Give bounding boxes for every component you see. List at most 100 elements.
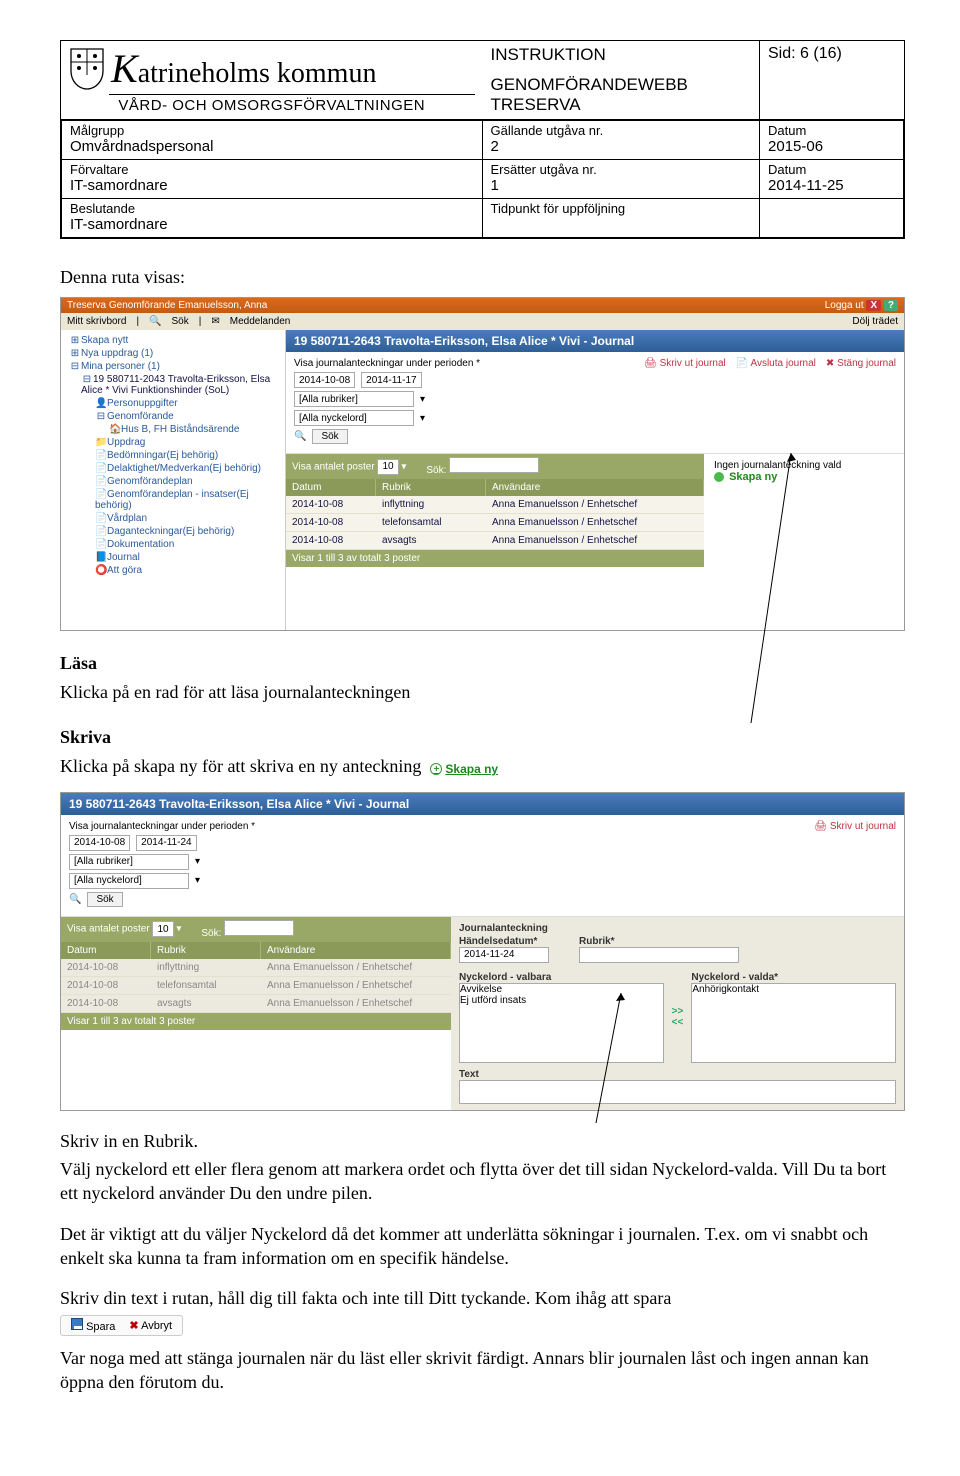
tree-item[interactable]: ⊟Genomförande bbox=[67, 410, 279, 423]
rubrik-input[interactable] bbox=[579, 947, 739, 963]
date-from-input[interactable]: 2014-10-08 bbox=[294, 372, 355, 388]
rubriker-select[interactable]: [Alla rubriker] bbox=[69, 854, 189, 870]
malgrupp-value: Omvårdnadspersonal bbox=[70, 138, 474, 155]
filter-bar: Visa journalanteckningar under perioden … bbox=[286, 352, 904, 454]
menubar-item[interactable]: Meddelanden bbox=[230, 316, 291, 327]
date-from-input[interactable]: 2014-10-08 bbox=[69, 835, 130, 851]
journal-entry-label: Journalanteckning bbox=[459, 923, 548, 934]
chevron-down-icon: ▾ bbox=[420, 394, 425, 405]
beslutande-value: IT-samordnare bbox=[70, 216, 474, 233]
nyckelord-select[interactable]: [Alla nyckelord] bbox=[294, 410, 414, 426]
journal-table-header: Datum Rubrik Användare bbox=[61, 942, 451, 959]
pager-bar: Visa antalet poster 10 ▾ Sök: bbox=[61, 917, 451, 942]
print-journal-link[interactable]: 🖨 Skriv ut journal bbox=[644, 358, 726, 369]
tree-item[interactable]: 📄Genomförandeplan - insatser(Ej behörig) bbox=[67, 488, 279, 512]
important-text: Det är viktigt att du väljer Nyckelord d… bbox=[60, 1222, 905, 1271]
doc-type: INSTRUKTION bbox=[491, 45, 752, 65]
move-right-button[interactable]: >> bbox=[672, 1006, 684, 1017]
th-date[interactable]: Datum bbox=[286, 479, 376, 496]
help-icon[interactable]: ? bbox=[884, 300, 898, 311]
table-row[interactable]: 2014-10-08avsagtsAnna Emanuelsson / Enhe… bbox=[61, 995, 451, 1013]
date-to-input[interactable]: 2014-11-24 bbox=[136, 835, 196, 851]
topbar-breadcrumb: Treserva Genomförande Emanuelsson, Anna bbox=[67, 300, 267, 311]
filter-label: Visa journalanteckningar under perioden … bbox=[294, 358, 480, 369]
keywords-selected-list[interactable]: Anhörigkontakt bbox=[691, 983, 896, 1063]
nyckelord-select[interactable]: [Alla nyckelord] bbox=[69, 873, 189, 889]
create-new-link[interactable]: Skapa ny bbox=[714, 471, 894, 483]
table-row[interactable]: 2014-10-08avsagtsAnna Emanuelsson / Enhe… bbox=[286, 532, 704, 550]
tree-item[interactable]: ⊞Skapa nytt bbox=[67, 334, 279, 347]
rubriker-select[interactable]: [Alla rubriker] bbox=[294, 391, 414, 407]
save-button[interactable]: Spara bbox=[71, 1318, 115, 1333]
search-button[interactable]: Sök bbox=[312, 429, 347, 444]
tree-item[interactable]: 📄Daganteckningar(Ej behörig) bbox=[67, 525, 279, 538]
search-button[interactable]: Sök bbox=[87, 892, 122, 907]
print-journal-link[interactable]: 🖨 Skriv ut journal bbox=[814, 821, 896, 832]
forvaltare-label: Förvaltare bbox=[70, 162, 474, 177]
table-row[interactable]: 2014-10-08inflyttningAnna Emanuelsson / … bbox=[286, 496, 704, 514]
tree-item[interactable]: 🏠Hus B, FH Biståndsärende bbox=[67, 423, 279, 436]
beslutande-label: Beslutande bbox=[70, 201, 474, 216]
event-date-input[interactable]: 2014-11-24 bbox=[459, 947, 549, 963]
doc-system-1: GENOMFÖRANDEWEBB bbox=[491, 75, 752, 95]
journal-title-bar: 19 580711-2643 Travolta-Eriksson, Elsa A… bbox=[61, 793, 904, 815]
end-journal-link[interactable]: 📄 Avsluta journal bbox=[736, 358, 816, 369]
text-input[interactable] bbox=[459, 1080, 896, 1104]
document-header: Katrineholms kommun VÅRD- OCH OMSORGSFÖR… bbox=[60, 40, 905, 239]
tree-item-journal[interactable]: 📘Journal bbox=[67, 551, 279, 564]
table-row[interactable]: 2014-10-08telefonsamtalAnna Emanuelsson … bbox=[286, 514, 704, 532]
tree-item[interactable]: 📄Dokumentation bbox=[67, 538, 279, 551]
tree-item[interactable]: ⊟Mina personer (1) bbox=[67, 360, 279, 373]
tree-item[interactable]: ⊞Nya uppdrag (1) bbox=[67, 347, 279, 360]
journal-detail-pane: Ingen journalanteckning vald Skapa ny bbox=[704, 454, 904, 567]
th-user[interactable]: Användare bbox=[486, 479, 704, 496]
menubar-item[interactable]: Sök bbox=[172, 316, 189, 327]
date-to-input[interactable]: 2014-11-17 bbox=[361, 372, 421, 388]
move-left-button[interactable]: << bbox=[672, 1017, 684, 1028]
tree-item[interactable]: 📁Uppdrag bbox=[67, 436, 279, 449]
list-item[interactable]: Anhörigkontakt bbox=[692, 984, 895, 995]
page-number: Sid: 6 (16) bbox=[759, 41, 904, 119]
filter-bar: Visa journalanteckningar under perioden … bbox=[61, 815, 904, 917]
building-icon: 🏠 bbox=[109, 424, 121, 435]
pager-label: Visa antalet poster bbox=[292, 461, 375, 472]
logout-link[interactable]: Logga ut bbox=[825, 300, 864, 311]
keywords-available-list[interactable]: Avvikelse Ej utförd insats bbox=[459, 983, 664, 1063]
tree-item[interactable]: 📄Bedömningar(Ej behörig) bbox=[67, 449, 279, 462]
cancel-icon: ✖ bbox=[129, 1320, 138, 1332]
search-icon[interactable]: 🔍 bbox=[149, 316, 161, 327]
page-size-select[interactable]: 10 bbox=[152, 921, 173, 937]
keywords-selected-label: Nyckelord - valda* bbox=[691, 972, 896, 983]
tree-item[interactable]: ⭕Att göra bbox=[67, 564, 279, 577]
tree-item[interactable]: 📄Vårdplan bbox=[67, 512, 279, 525]
close-journal-link[interactable]: ✖ Stäng journal bbox=[826, 358, 896, 369]
table-row[interactable]: 2014-10-08inflyttningAnna Emanuelsson / … bbox=[61, 959, 451, 977]
intro-text: Denna ruta visas: bbox=[60, 265, 905, 289]
gallande-label: Gällande utgåva nr. bbox=[491, 123, 752, 138]
page-size-select[interactable]: 10 bbox=[377, 459, 398, 475]
hide-tree-link[interactable]: Dölj trädet bbox=[852, 316, 898, 327]
org-name: Katrineholms kommun bbox=[111, 45, 376, 92]
pager-footer: Visar 1 till 3 av totalt 3 poster bbox=[286, 550, 704, 567]
tree-item[interactable]: 👤Personuppgifter bbox=[67, 397, 279, 410]
table-search-input[interactable] bbox=[224, 920, 294, 936]
tree-item[interactable]: 📄Genomförandeplan bbox=[67, 475, 279, 488]
th-rubrik[interactable]: Rubrik bbox=[376, 479, 486, 496]
tree-item[interactable]: 📄Delaktighet/Medverkan(Ej behörig) bbox=[67, 462, 279, 475]
sub-department: VÅRD- OCH OMSORGSFÖRVALTNINGEN bbox=[69, 97, 475, 114]
tree-item-person[interactable]: ⊟19 580711-2043 Travolta-Eriksson, Elsa … bbox=[67, 373, 279, 397]
cancel-button[interactable]: ✖ Avbryt bbox=[129, 1319, 172, 1332]
list-item[interactable]: Avvikelse bbox=[460, 984, 663, 995]
rubrik-instruction-1: Skriv in en Rubrik. bbox=[60, 1129, 905, 1153]
app-menubar: Mitt skrivbord | 🔍 Sök | ✉ Meddelanden D… bbox=[61, 313, 904, 330]
close-icon[interactable]: X bbox=[866, 300, 881, 311]
menubar-item[interactable]: Mitt skrivbord bbox=[67, 316, 126, 327]
list-item[interactable]: Ej utförd insats bbox=[460, 995, 663, 1006]
write-text-instruction: Skriv din text i rutan, håll dig till fa… bbox=[60, 1286, 905, 1310]
app-topbar: Treserva Genomförande Emanuelsson, Anna … bbox=[61, 298, 904, 313]
table-row[interactable]: 2014-10-08telefonsamtalAnna Emanuelsson … bbox=[61, 977, 451, 995]
lasa-heading: Läsa bbox=[60, 653, 905, 674]
table-search-label: Sök: bbox=[201, 928, 221, 939]
text-label: Text bbox=[459, 1069, 896, 1080]
table-search-input[interactable] bbox=[449, 457, 539, 473]
